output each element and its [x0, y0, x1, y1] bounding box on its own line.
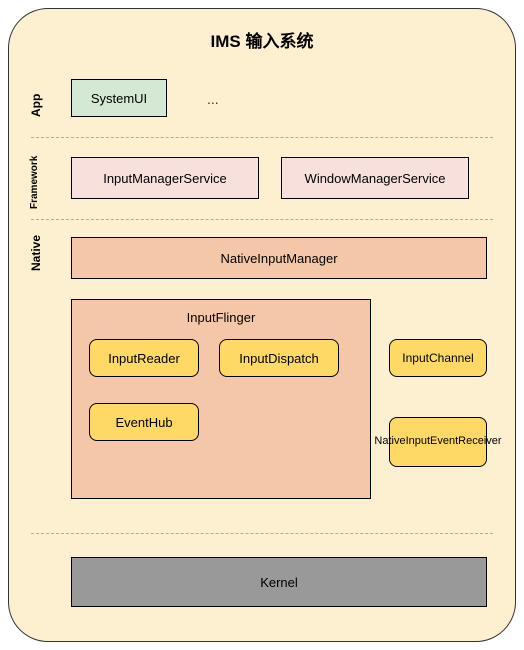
- inputflinger-label: InputFlinger: [72, 310, 370, 325]
- node-inputdispatch: InputDispatch: [219, 339, 339, 377]
- node-inputflinger: InputFlinger: [71, 299, 371, 499]
- divider-native-kernel: [31, 533, 493, 534]
- diagram-canvas: IMS 输入系统 App SystemUI ... Framework Inpu…: [8, 8, 516, 642]
- layer-label-framework: Framework: [29, 149, 40, 209]
- layer-label-app: App: [29, 87, 43, 117]
- node-inputreader: InputReader: [89, 339, 199, 377]
- diagram-title: IMS 输入系统: [9, 27, 515, 52]
- node-nativeinputeventreceiver: NativeInputEventReceiver: [389, 417, 487, 467]
- node-inputchannel: InputChannel: [389, 339, 487, 377]
- divider-framework-native: [31, 219, 493, 220]
- ellipsis: ...: [207, 91, 219, 107]
- node-kernel: Kernel: [71, 557, 487, 607]
- node-systemui: SystemUI: [71, 79, 167, 117]
- divider-app-framework: [31, 137, 493, 138]
- layer-label-native: Native: [29, 231, 43, 271]
- node-eventhub: EventHub: [89, 403, 199, 441]
- node-inputmanagerservice: InputManagerService: [71, 157, 259, 199]
- node-windowmanagerservice: WindowManagerService: [281, 157, 469, 199]
- node-nativeinputmanager: NativeInputManager: [71, 237, 487, 279]
